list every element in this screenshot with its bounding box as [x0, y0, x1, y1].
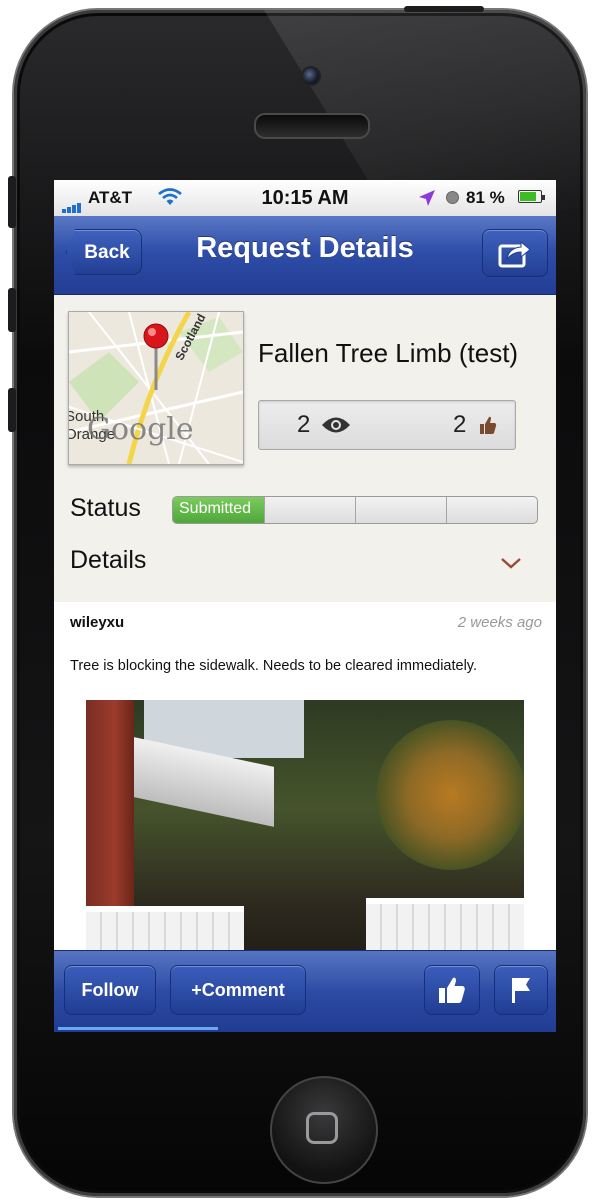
- chevron-down-icon[interactable]: [500, 556, 522, 574]
- status-progress-fill: Submitted: [173, 497, 265, 523]
- flag-icon: [512, 978, 530, 1003]
- status-stage-label: Submitted: [179, 500, 252, 517]
- map-thumbnail[interactable]: Scotland South Orange Google: [68, 311, 244, 465]
- share-button[interactable]: [482, 229, 548, 277]
- location-icon: [418, 189, 436, 212]
- eye-icon: [321, 416, 351, 439]
- thumbs-up-icon: [439, 977, 465, 1003]
- location-pin-icon: [143, 323, 169, 390]
- back-button[interactable]: Back: [66, 229, 142, 275]
- comment-card: wileyxu 2 weeks ago Tree is blocking the…: [54, 602, 556, 970]
- volume-up-button: [8, 288, 16, 332]
- counts-box: 2 2: [258, 400, 516, 450]
- status-segment-divider: [264, 497, 265, 523]
- comment-author[interactable]: wileyxu: [70, 614, 124, 631]
- add-comment-button[interactable]: +Comment: [170, 965, 306, 1015]
- home-button[interactable]: [270, 1076, 378, 1184]
- toolbar-highlight: [58, 1027, 218, 1030]
- status-bar: AT&T 10:15 AM 81 %: [54, 180, 556, 217]
- follow-button[interactable]: Follow: [64, 965, 156, 1015]
- photo-foliage: [376, 720, 524, 870]
- battery-percentage: 81 %: [466, 188, 505, 207]
- earpiece-speaker: [254, 113, 370, 139]
- page-title: Request Details: [196, 232, 414, 264]
- power-button: [404, 6, 484, 12]
- thumbs-up-small-icon: [479, 415, 497, 440]
- views-count: 2: [297, 411, 311, 438]
- comment-text: Tree is blocking the sidewalk. Needs to …: [70, 658, 477, 674]
- share-icon: [498, 240, 531, 268]
- map-watermark: Google: [87, 412, 194, 447]
- flag-button[interactable]: [494, 965, 548, 1015]
- bottom-toolbar: Follow +Comment: [54, 950, 556, 1032]
- request-title: Fallen Tree Limb (test): [258, 338, 519, 368]
- status-segment-divider: [355, 497, 356, 523]
- home-square-icon: [306, 1112, 338, 1144]
- comment-photo[interactable]: [86, 700, 524, 970]
- battery-icon: [518, 190, 545, 203]
- volume-down-button: [8, 388, 16, 432]
- battery-fill: [520, 192, 537, 201]
- front-camera: [301, 66, 321, 86]
- like-button[interactable]: [424, 965, 480, 1015]
- status-progress-bar: Submitted: [172, 496, 538, 524]
- mute-switch: [8, 176, 16, 228]
- comment-timestamp: 2 weeks ago: [457, 614, 542, 631]
- details-label: Details: [70, 546, 147, 574]
- likes-count: 2: [453, 411, 467, 438]
- status-segment-divider: [446, 497, 447, 523]
- status-label: Status: [70, 494, 141, 522]
- app-screen: AT&T 10:15 AM 81 % Back Request Details: [54, 180, 556, 1032]
- navigation-bar: Back Request Details: [54, 216, 556, 295]
- alarm-icon: [446, 191, 459, 204]
